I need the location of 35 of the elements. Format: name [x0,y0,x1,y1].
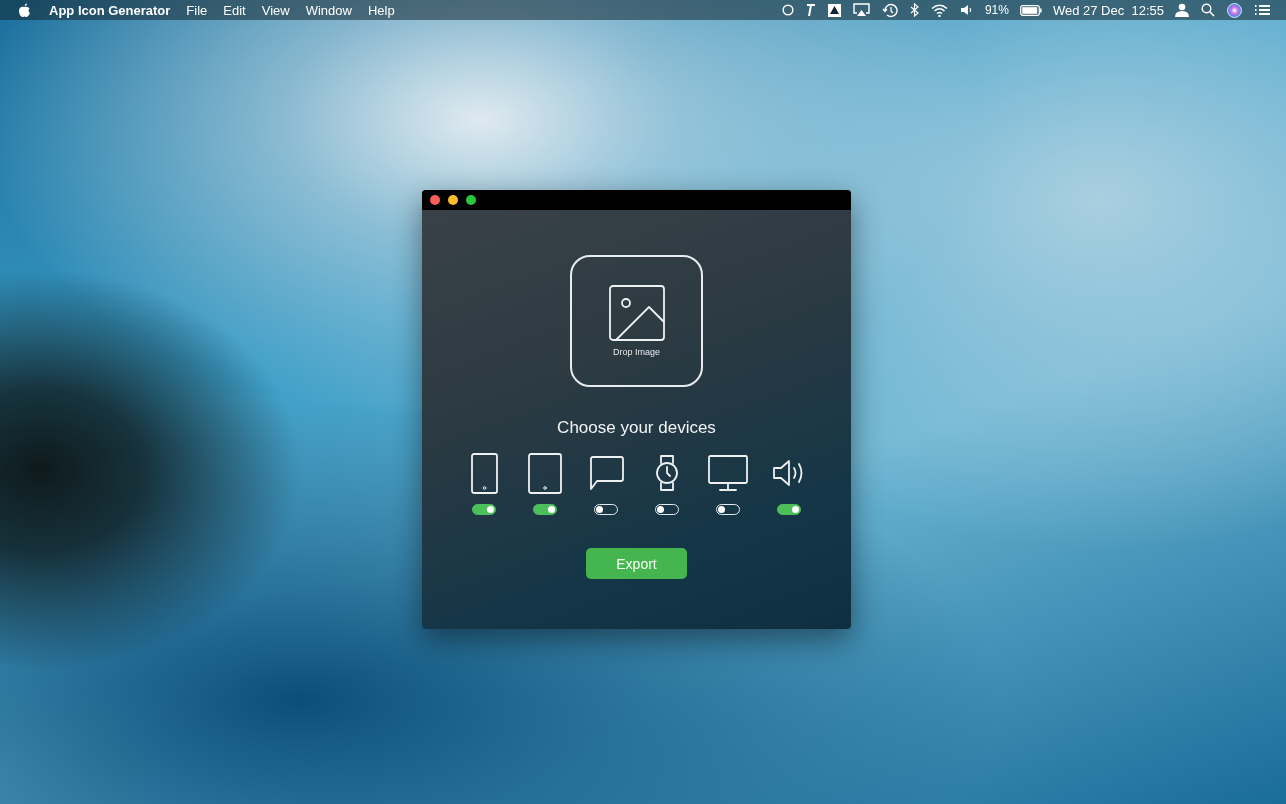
minimize-button[interactable] [448,195,458,205]
siri-icon[interactable] [1227,2,1242,18]
user-icon[interactable] [1175,3,1189,17]
toggle-switch[interactable] [472,504,496,515]
image-icon [608,285,665,341]
app-menu[interactable]: App Icon Generator [41,2,179,18]
time-machine-icon[interactable] [881,2,898,18]
search-icon[interactable] [1201,3,1215,17]
speech-bubble-icon [588,455,624,491]
watch-icon [655,454,679,492]
drop-image-label: Drop Image [613,347,660,357]
airplay-icon[interactable] [852,3,870,17]
apple-logo-icon[interactable] [18,2,31,18]
heading: Choose your devices [557,418,716,438]
menu-item[interactable]: View [253,2,298,18]
menu-item[interactable]: File [178,2,216,18]
clock[interactable]: Wed 27 Dec 12:55 [1047,2,1169,18]
phone-icon [470,452,498,494]
circle-icon[interactable] [781,4,794,16]
menu-item[interactable]: Edit [215,2,254,18]
list-icon[interactable] [1254,4,1270,16]
bluetooth-icon[interactable] [909,3,919,17]
menu-item[interactable]: Window [297,2,360,18]
wifi-icon[interactable] [930,3,948,17]
toggle-switch[interactable] [777,504,801,515]
tablet-icon [528,452,562,494]
battery-percentage: 91% [983,3,1010,17]
close-button[interactable] [430,195,440,205]
drop-zone[interactable]: Drop Image [570,255,703,387]
toggle-switch[interactable] [533,504,557,515]
battery-icon[interactable] [1019,4,1042,16]
volume-icon[interactable] [959,4,974,16]
monitor-icon [708,454,748,492]
menu-item[interactable]: Help [359,2,403,18]
zoom-button[interactable] [466,195,476,205]
